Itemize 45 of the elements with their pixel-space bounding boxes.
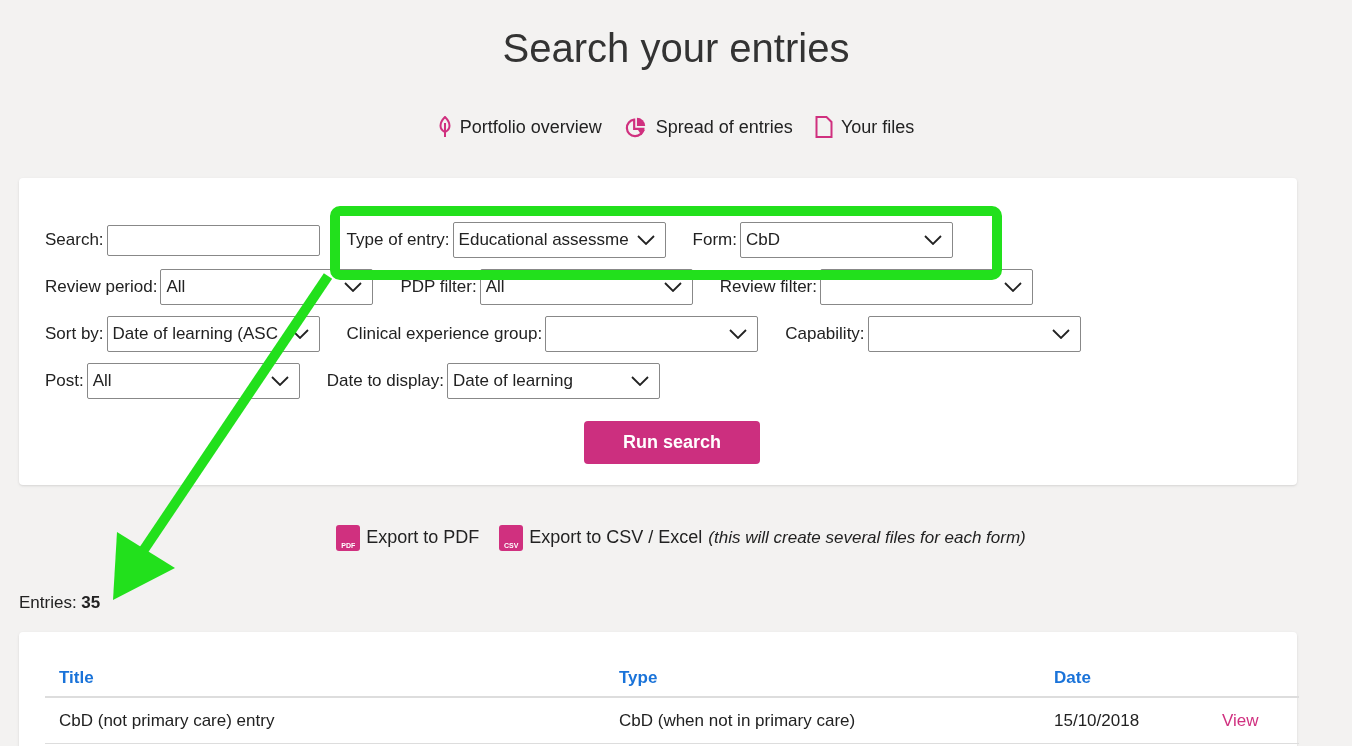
page-title: Search your entries bbox=[501, 25, 851, 72]
table-cell: CbD (not primary care) entry bbox=[59, 710, 275, 730]
caret-icon bbox=[1051, 329, 1070, 339]
select-field[interactable] bbox=[867, 316, 1081, 352]
field-label: Review period: bbox=[45, 276, 158, 299]
select-field[interactable]: CbD bbox=[740, 222, 953, 258]
field-label: Search: bbox=[45, 229, 104, 252]
field-label: Clinical experience group: bbox=[346, 323, 543, 346]
table-cell: 15/10/2018 bbox=[1054, 710, 1140, 730]
select-field[interactable]: Date of learning bbox=[446, 363, 660, 399]
field-label: Type of entry: bbox=[346, 229, 450, 252]
search-field[interactable] bbox=[106, 224, 320, 256]
caret-icon bbox=[1004, 282, 1022, 292]
select-field[interactable]: Educational assessme bbox=[452, 222, 666, 258]
table-cell: CbD (when not in primary care) bbox=[619, 710, 856, 730]
caret-icon bbox=[663, 282, 682, 292]
caret-icon bbox=[344, 282, 363, 292]
run-search-button[interactable]: Run search bbox=[584, 421, 760, 464]
caret-icon bbox=[630, 376, 649, 386]
nav-link[interactable]: Portfolio overview bbox=[437, 113, 602, 141]
view-link[interactable]: View bbox=[1222, 707, 1259, 734]
field-label: Capability: bbox=[785, 323, 865, 346]
file-icon bbox=[814, 116, 833, 138]
column-header[interactable]: Date bbox=[1054, 668, 1091, 688]
column-header[interactable]: Type bbox=[619, 668, 658, 688]
field-label: Form: bbox=[692, 229, 737, 252]
nav-link[interactable]: Your files bbox=[814, 113, 915, 141]
nav-link[interactable]: Spread of entries bbox=[623, 113, 793, 141]
select-field[interactable] bbox=[545, 316, 759, 352]
select-field[interactable]: Date of learning (ASC bbox=[106, 316, 320, 352]
field-label: Date to display: bbox=[326, 370, 444, 393]
select-field[interactable]: All bbox=[86, 363, 300, 399]
caret-icon bbox=[924, 235, 942, 245]
field-label: PDP filter: bbox=[400, 276, 477, 299]
caret-icon bbox=[729, 329, 748, 339]
field-label: Review filter: bbox=[719, 276, 817, 299]
entries-count: Entries: 35 bbox=[19, 592, 101, 614]
caret-icon bbox=[270, 376, 289, 386]
pie-chart-icon bbox=[623, 116, 648, 138]
caret-icon bbox=[636, 235, 655, 245]
leaf-icon bbox=[437, 116, 452, 138]
select-field[interactable]: All bbox=[160, 269, 374, 305]
field-label: Sort by: bbox=[45, 323, 104, 346]
field-label: Post: bbox=[45, 370, 84, 393]
column-header[interactable]: Title bbox=[59, 668, 94, 688]
